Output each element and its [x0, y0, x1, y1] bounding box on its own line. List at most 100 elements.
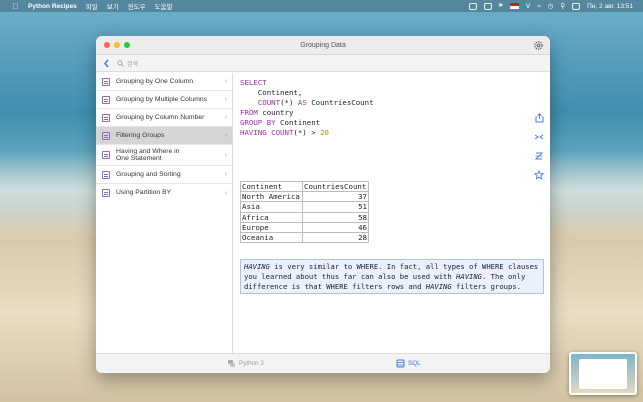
favorite-button[interactable]: [534, 170, 544, 180]
column-header: Continent: [240, 180, 303, 193]
recipe-icon: [102, 170, 110, 179]
table-row: Oceania 28: [240, 231, 369, 244]
menu-window[interactable]: 윈도우: [128, 1, 146, 11]
sql-line: Continent,: [240, 88, 303, 98]
star-icon: [534, 170, 544, 180]
table-cell: Asia: [240, 201, 303, 213]
table-cell: 28: [302, 231, 369, 244]
action-column: [534, 113, 544, 180]
window-controls: [104, 42, 130, 48]
status-icon[interactable]: [468, 2, 477, 10]
search-icon: [117, 59, 124, 67]
sidebar-item-using-partition-by[interactable]: Using Partition BY ›: [96, 184, 232, 202]
screen-icon[interactable]: [483, 2, 492, 10]
gear-icon[interactable]: [533, 40, 544, 51]
sidebar-item-filtering-groups[interactable]: Filtering Groups ›: [96, 127, 232, 145]
sql-line: HAVING COUNT(*) > 20: [240, 128, 330, 138]
chevron-right-icon: ›: [224, 132, 227, 139]
menu-view[interactable]: 보기: [107, 1, 119, 11]
recipe-icon: [102, 151, 110, 159]
chevron-right-icon: ›: [224, 114, 227, 121]
toolbar: 검색: [96, 55, 550, 72]
tab-python-label: Python 3: [239, 360, 264, 367]
note-text: filters groups.: [451, 281, 521, 291]
menu-file[interactable]: 파일: [86, 1, 98, 11]
minimize-button[interactable]: [114, 42, 120, 48]
search-placeholder: 검색: [127, 61, 139, 68]
app-window: Grouping Data 검색 Grouping by One Column …: [96, 36, 550, 373]
result-table: Continent CountriesCount North America 37…: [240, 180, 369, 244]
format-icon: [534, 152, 544, 160]
sidebar-item-label: Using Partition BY: [116, 189, 172, 197]
chevron-left-icon: [103, 59, 109, 67]
control-center-icon[interactable]: [572, 2, 581, 10]
search-input[interactable]: 검색: [117, 58, 227, 69]
sql-line: GROUP BY Continent: [240, 118, 321, 128]
collapse-icon: [534, 134, 544, 140]
tab-sql[interactable]: SQL: [396, 359, 421, 368]
screenshot-thumbnail[interactable]: [569, 352, 637, 395]
note-emphasis: HAVING: [456, 271, 483, 281]
table-cell: North America: [240, 191, 303, 203]
sidebar-item-label: Filtering Groups: [116, 131, 165, 139]
table-row: Asia 51: [240, 201, 369, 213]
apple-icon[interactable]: : [11, 2, 20, 11]
column-header: CountriesCount: [302, 180, 369, 193]
sidebar-item-having-and-where[interactable]: Having and Where in One Statement ›: [96, 145, 232, 166]
window-title: Grouping Data: [300, 41, 346, 49]
menubar-clock[interactable]: Пн, 2 авг. 13:51: [587, 3, 633, 10]
bottom-tab-bar: Python 3 SQL: [96, 353, 550, 373]
share-button[interactable]: [534, 113, 544, 123]
thumbnail-preview: [579, 359, 627, 389]
sql-line: FROM country: [240, 108, 294, 118]
chevron-right-icon: ›: [224, 171, 227, 178]
menu-help[interactable]: 도움말: [155, 1, 173, 11]
format-button[interactable]: [534, 151, 544, 161]
note-emphasis: HAVING: [425, 281, 452, 291]
table-cell: 58: [302, 211, 369, 223]
sidebar-item-grouping-one-column[interactable]: Grouping by One Column ›: [96, 73, 232, 91]
chevron-right-icon: ›: [224, 96, 227, 103]
app-menu[interactable]: Python Recipes: [28, 3, 77, 10]
sidebar-item-grouping-column-number[interactable]: Grouping by Column Number ›: [96, 109, 232, 127]
collapse-button[interactable]: [534, 132, 544, 142]
sidebar: Grouping by One Column › Grouping by Mul…: [96, 73, 233, 353]
flag-icon[interactable]: [509, 3, 519, 9]
tab-sql-label: SQL: [408, 360, 421, 367]
table-row: Africa 58: [240, 211, 369, 223]
sidebar-item-label: Grouping by One Column: [116, 77, 194, 85]
main-body: Grouping by One Column › Grouping by Mul…: [96, 73, 550, 353]
sql-line: SELECT: [240, 78, 267, 87]
search-menubar-icon[interactable]: ⚲: [560, 2, 565, 10]
back-button[interactable]: [98, 55, 114, 71]
menu-bar:  Python Recipes 파일 보기 윈도우 도움말 🕪 ᐯ ≈ ◷ ⚲…: [0, 0, 643, 12]
python-icon: [228, 360, 235, 367]
tab-python[interactable]: Python 3: [227, 359, 264, 368]
table-cell: 51: [302, 201, 369, 213]
recipe-icon: [102, 189, 110, 197]
sidebar-item-label: Grouping by Multiple Columns: [116, 95, 208, 103]
table-cell: Oceania: [240, 231, 303, 244]
sql-code[interactable]: SELECT Continent, COUNT(*) AS CountriesC…: [240, 78, 374, 139]
info-note: HAVING is very similar to WHERE. In fact…: [240, 259, 544, 295]
note-emphasis: HAVING: [244, 262, 270, 271]
table-row: North America 37: [240, 191, 369, 203]
close-button[interactable]: [104, 42, 110, 48]
sidebar-item-label: Grouping and Sorting: [116, 170, 181, 178]
volume-icon[interactable]: 🕪: [499, 2, 503, 10]
sql-line: COUNT(*) AS CountriesCount: [257, 98, 374, 108]
sidebar-item-grouping-and-sorting[interactable]: Grouping and Sorting ›: [96, 166, 232, 184]
chevron-right-icon: ›: [224, 189, 227, 197]
zoom-button[interactable]: [124, 42, 130, 48]
chevron-right-icon: ›: [224, 78, 227, 85]
bluetooth-icon[interactable]: ᐯ: [526, 2, 530, 10]
clock-icon[interactable]: ◷: [548, 2, 554, 10]
sidebar-item-label: Grouping by Column Number: [116, 113, 205, 121]
title-bar: Grouping Data: [96, 36, 550, 55]
sidebar-item-grouping-multiple-columns[interactable]: Grouping by Multiple Columns ›: [96, 91, 232, 109]
recipe-icon: [102, 113, 110, 122]
wifi-icon[interactable]: ≈: [537, 3, 541, 10]
share-icon: [535, 113, 543, 123]
table-cell: 37: [302, 191, 369, 203]
table-row: Europe 46: [240, 221, 369, 233]
